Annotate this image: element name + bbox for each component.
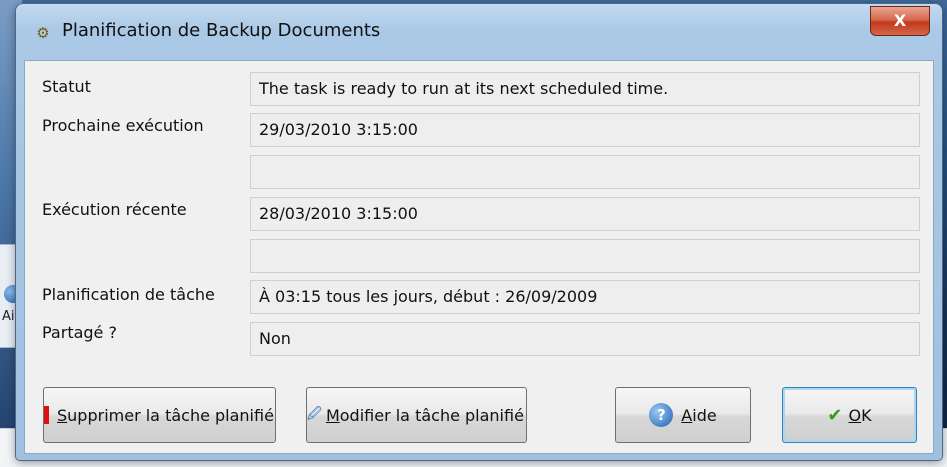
help-icon: ? [649, 403, 674, 427]
status-label: Statut [42, 77, 91, 96]
delete-task-mnemonic: S [57, 405, 68, 425]
shared-label: Partagé ? [42, 323, 117, 342]
edit-icon: 🖉 [307, 406, 322, 422]
shared-field: Non [250, 322, 920, 356]
window-title: Planification de Backup Documents [62, 20, 381, 41]
task-scheduler-icon: ⚙ [36, 24, 50, 42]
last-run-extra-field [250, 239, 920, 273]
next-run-field: 29/03/2010 3:15:00 [250, 113, 920, 147]
schedule-dialog: ⚙ Planification de Backup Documents X St… [16, 4, 942, 460]
title-bar[interactable]: ⚙ Planification de Backup Documents X [16, 4, 942, 56]
delete-icon [44, 406, 49, 424]
next-run-label: Prochaine exécution [42, 116, 204, 135]
last-run-label: Exécution récente [42, 200, 187, 219]
delete-task-button[interactable]: Supprimer la tâche planifié [43, 387, 276, 443]
schedule-field: À 03:15 tous les jours, début : 26/09/20… [250, 280, 920, 314]
help-label: ide [692, 405, 717, 425]
help-button[interactable]: ? Aide [615, 387, 751, 443]
next-run-extra-field [250, 155, 920, 189]
delete-task-label: upprimer la tâche planifié [67, 405, 274, 425]
ok-button[interactable]: ✔ OK [782, 387, 917, 443]
modify-task-mnemonic: M [325, 405, 340, 425]
checkmark-icon: ✔ [827, 404, 843, 426]
schedule-label: Planification de tâche [42, 285, 215, 304]
help-mnemonic: A [681, 405, 693, 425]
ok-mnemonic: O [848, 405, 862, 425]
modify-task-button[interactable]: 🖉 Modifier la tâche planifié [306, 387, 527, 443]
dialog-content: Statut The task is ready to run at its n… [24, 60, 934, 454]
modify-task-label: odifier la tâche planifié [339, 405, 524, 425]
close-button[interactable]: X [870, 6, 930, 36]
ok-label: K [861, 405, 872, 425]
last-run-field: 28/03/2010 3:15:00 [250, 197, 920, 231]
status-field: The task is ready to run at its next sch… [250, 72, 920, 106]
